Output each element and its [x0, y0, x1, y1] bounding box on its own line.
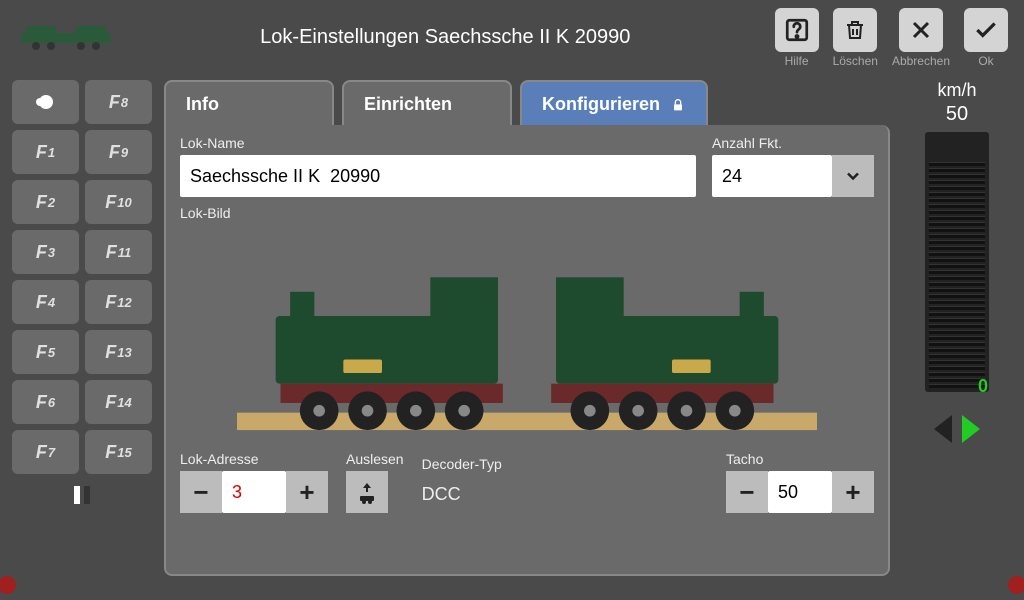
tab-bar: Info Einrichten Konfigurieren [164, 80, 890, 127]
cancel-label: Abbrechen [892, 54, 950, 68]
page-dot [84, 486, 90, 504]
address-plus-button[interactable]: + [286, 471, 328, 513]
trash-icon [843, 18, 867, 42]
tab-info-label: Info [186, 94, 219, 115]
decoder-value: DCC [422, 476, 502, 513]
lokname-label: Lok-Name [180, 135, 696, 151]
tacho-stepper: − + [726, 471, 874, 513]
tab-content: Lok-Name Anzahl Fkt. Lok-Bild [164, 125, 890, 576]
main: F8 F1 F9 F2 F10 F3 F11 F4 F12 F5 F13 F6 … [0, 80, 1024, 588]
decoder-label: Decoder-Typ [422, 456, 502, 472]
address-label: Lok-Adresse [180, 451, 328, 467]
ok-button[interactable] [964, 8, 1008, 52]
read-label: Auslesen [346, 451, 404, 467]
speed-value: 50 [946, 103, 968, 126]
fn-button-f6[interactable]: F6 [12, 380, 79, 424]
help-icon [784, 17, 810, 43]
center-panel: Info Einrichten Konfigurieren Lok-Name A… [164, 80, 890, 576]
tab-setup-label: Einrichten [364, 94, 452, 115]
delete-label: Löschen [833, 54, 878, 68]
ok-label: Ok [978, 54, 993, 68]
speed-slider[interactable]: document.write(Array.from({length:38}).m… [925, 132, 989, 392]
fn-button-f5[interactable]: F5 [12, 330, 79, 374]
help-button[interactable] [775, 8, 819, 52]
fn-button-f3[interactable]: F3 [12, 230, 79, 274]
close-icon [909, 18, 933, 42]
page-indicator [12, 486, 152, 504]
fn-button-f10[interactable]: F10 [85, 180, 152, 224]
lock-icon [670, 97, 686, 113]
fn-button-f4[interactable]: F4 [12, 280, 79, 324]
fn-button-f1[interactable]: F1 [12, 130, 79, 174]
tab-info[interactable]: Info [164, 80, 334, 127]
lokname-input[interactable] [180, 155, 696, 197]
fn-button-f15[interactable]: F15 [85, 430, 152, 474]
fn-button-f13[interactable]: F13 [85, 330, 152, 374]
fn-button-f12[interactable]: F12 [85, 280, 152, 324]
fn-button-f14[interactable]: F14 [85, 380, 152, 424]
fn-button-f7[interactable]: F7 [12, 430, 79, 474]
decorative-dot [1008, 576, 1024, 594]
tab-config-label: Konfigurieren [542, 94, 660, 115]
help-label: Hilfe [785, 54, 809, 68]
lokbild-label: Lok-Bild [180, 205, 874, 221]
function-grid: F8 F1 F9 F2 F10 F3 F11 F4 F12 F5 F13 F6 … [12, 80, 152, 474]
fn-button-f11[interactable]: F11 [85, 230, 152, 274]
tacho-minus-button[interactable]: − [726, 471, 768, 513]
direction-arrows [934, 415, 980, 443]
speed-zero: 0 [978, 376, 988, 397]
locomotive-icon [237, 245, 817, 445]
function-panel: F8 F1 F9 F2 F10 F3 F11 F4 F12 F5 F13 F6 … [12, 80, 152, 576]
read-icon [355, 480, 379, 504]
fn-button-f8[interactable]: F8 [85, 80, 152, 124]
header: Lok-Einstellungen Saechssche II K 20990 … [0, 0, 1024, 80]
fn-button-f2[interactable]: F2 [12, 180, 79, 224]
fktcount-select[interactable] [712, 155, 874, 197]
tacho-label: Tacho [726, 451, 874, 467]
logo [16, 16, 116, 56]
cancel-button[interactable] [899, 8, 943, 52]
page-title: Lok-Einstellungen Saechssche II K 20990 [116, 26, 775, 49]
speed-unit: km/h [937, 80, 976, 101]
lok-image[interactable] [180, 225, 874, 445]
check-icon [973, 17, 999, 43]
fn-button-light[interactable] [12, 80, 79, 124]
tacho-plus-button[interactable]: + [832, 471, 874, 513]
read-button[interactable] [346, 471, 388, 513]
fktcount-label: Anzahl Fkt. [712, 135, 874, 151]
address-stepper: − + [180, 471, 328, 513]
tab-setup[interactable]: Einrichten [342, 80, 512, 127]
tab-config[interactable]: Konfigurieren [520, 80, 708, 127]
delete-button[interactable] [833, 8, 877, 52]
tacho-input[interactable] [768, 471, 832, 513]
header-buttons: Hilfe Löschen Abbrechen Ok [775, 8, 1008, 68]
speed-panel: km/h 50 document.write(Array.from({lengt… [902, 80, 1012, 576]
decorative-dot [0, 576, 16, 594]
direction-left-button[interactable] [934, 415, 952, 443]
page-dot-active [74, 486, 80, 504]
fktcount-value[interactable] [712, 155, 832, 197]
address-minus-button[interactable]: − [180, 471, 222, 513]
fn-button-f9[interactable]: F9 [85, 130, 152, 174]
chevron-down-icon[interactable] [832, 155, 874, 197]
direction-right-button[interactable] [962, 415, 980, 443]
address-input[interactable] [222, 471, 286, 513]
